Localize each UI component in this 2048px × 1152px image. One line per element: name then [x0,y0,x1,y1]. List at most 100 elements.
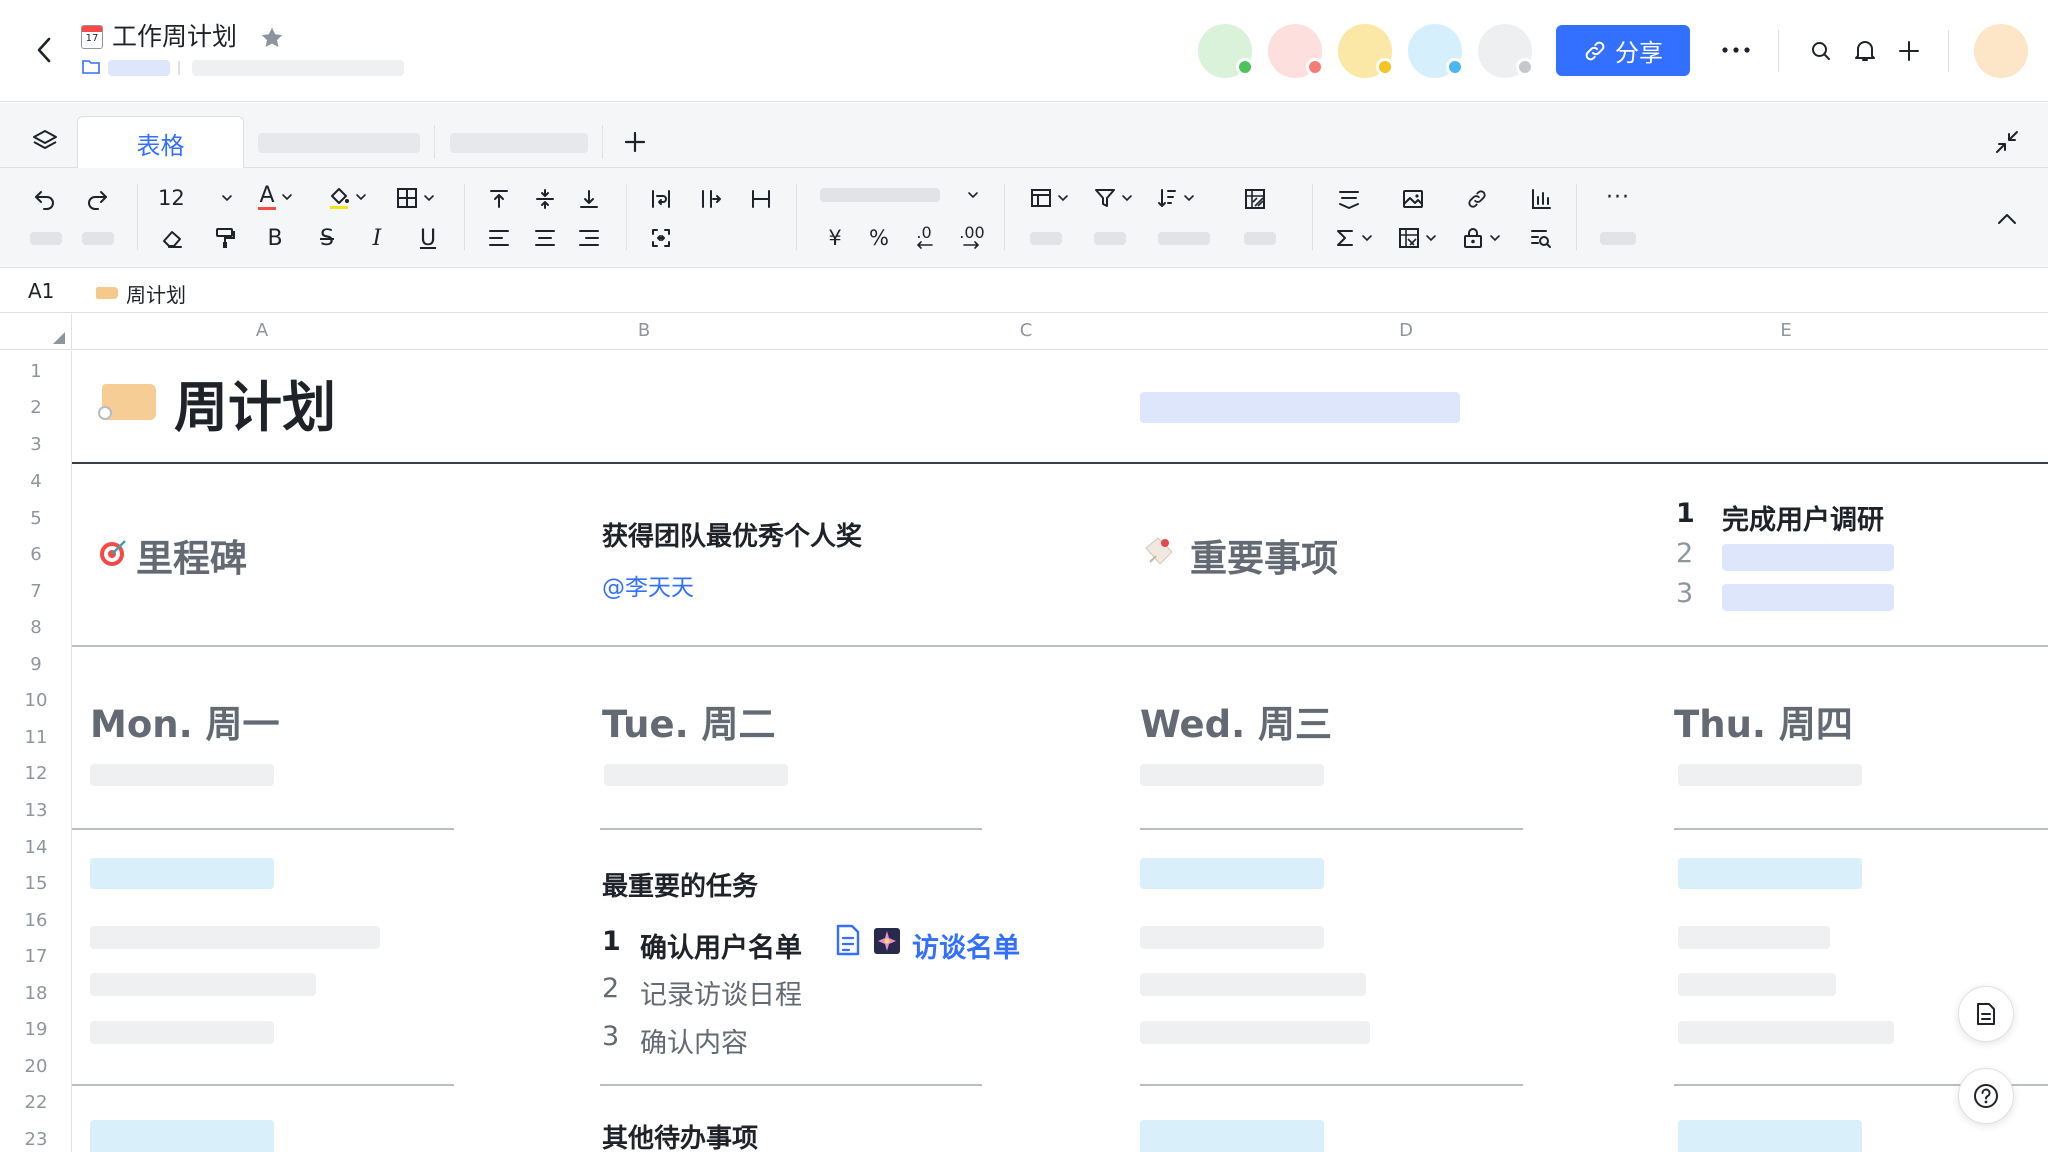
undo-icon[interactable] [30,184,60,214]
increase-decimal-button[interactable]: .00 [950,221,994,255]
task-placeholder[interactable] [1678,1021,1894,1044]
important-label[interactable]: 重要事项 [1190,528,1338,582]
column-header-e[interactable]: E [1596,320,1976,341]
number-format-select[interactable] [820,188,940,202]
chevron-down-icon[interactable] [966,188,980,202]
collapse-fullscreen-icon[interactable] [1990,125,2024,159]
task-tag-placeholder[interactable] [1140,1120,1324,1152]
add-sheet-icon[interactable] [618,125,652,159]
cell-reference[interactable]: A1 [28,279,54,303]
row-header[interactable]: 6 [0,544,72,565]
row-header[interactable]: 9 [0,654,72,675]
milestone-label[interactable]: 里程碑 [136,528,247,582]
row-header[interactable]: 4 [0,471,72,492]
document-outline-button[interactable] [1958,986,2014,1042]
row-header[interactable]: 17 [0,946,72,967]
more-options-icon[interactable] [1718,32,1754,68]
row-header[interactable]: 7 [0,581,72,602]
column-header-a[interactable]: A [72,320,452,341]
select-all-corner[interactable] [0,314,72,350]
task-tag-placeholder[interactable] [90,858,274,889]
task-placeholder[interactable] [1140,926,1324,949]
align-right-icon[interactable] [574,223,604,253]
top-task-text[interactable]: 确认用户名单 [640,926,802,965]
tab-sheet-placeholder[interactable] [258,133,420,153]
column-header-b[interactable]: B [452,320,836,341]
align-center-icon[interactable] [530,223,560,253]
day-subtitle-placeholder[interactable] [90,764,274,786]
insert-image-icon[interactable] [1398,184,1428,214]
day-header-mon[interactable]: Mon. 周一 [90,694,280,748]
row-header[interactable]: 22 [0,1092,72,1113]
find-icon[interactable] [1526,223,1556,253]
row-header[interactable]: 18 [0,983,72,1004]
share-button[interactable]: 分享 [1556,25,1690,76]
freeze-button[interactable] [1030,182,1076,214]
top-task-text[interactable]: 确认内容 [640,1021,748,1060]
row-header[interactable]: 14 [0,837,72,858]
collaborator-avatar[interactable] [1338,24,1394,78]
help-button[interactable] [1958,1068,2014,1124]
clear-format-icon[interactable] [158,223,188,253]
task-tag-placeholder[interactable] [1678,1120,1862,1152]
task-tag-placeholder[interactable] [90,1120,274,1152]
important-item-placeholder[interactable] [1722,584,1894,611]
bold-button[interactable]: B [260,223,290,253]
task-placeholder[interactable] [1140,1021,1370,1044]
text-clip-icon[interactable] [746,184,776,214]
redo-icon[interactable] [82,184,112,214]
row-header[interactable]: 8 [0,617,72,638]
plus-icon[interactable] [1894,36,1924,66]
column-header-c[interactable]: C [836,320,1216,341]
tab-sheet-active[interactable]: 表格 [77,116,244,169]
currency-button[interactable]: ¥ [820,223,850,253]
task-placeholder[interactable] [1140,973,1366,996]
row-header[interactable]: 12 [0,763,72,784]
day-header-wed[interactable]: Wed. 周三 [1140,694,1332,748]
folder-icon[interactable] [82,58,100,74]
task-tag-placeholder[interactable] [1140,858,1324,889]
day-header-thu[interactable]: Thu. 周四 [1674,694,1853,748]
row-header[interactable]: 10 [0,690,72,711]
borders-button[interactable] [396,182,442,214]
align-middle-icon[interactable] [530,184,560,214]
row-header[interactable]: 3 [0,434,72,455]
align-left-icon[interactable] [484,223,514,253]
day-header-tue[interactable]: Tue. 周二 [602,694,776,748]
collapse-toolbar-icon[interactable] [1990,204,2024,234]
row-header[interactable]: 19 [0,1019,72,1040]
filter-button[interactable] [1094,182,1140,214]
italic-button[interactable]: I [362,223,392,253]
strikethrough-button[interactable]: S [312,223,342,253]
text-wrap-icon[interactable] [646,184,676,214]
task-tag-placeholder[interactable] [1678,858,1862,889]
task-placeholder[interactable] [90,926,380,949]
collaborator-avatar[interactable] [1268,24,1324,78]
milestone-goal[interactable]: 获得团队最优秀个人奖 [602,516,862,553]
breadcrumb-placeholder[interactable] [108,60,170,76]
pivot-button[interactable] [1398,223,1444,253]
star-icon[interactable] [258,24,286,52]
protect-button[interactable] [1462,223,1508,253]
align-bottom-icon[interactable] [574,184,604,214]
row-header[interactable]: 13 [0,800,72,821]
insert-link-icon[interactable] [1462,184,1492,214]
tab-sheet-placeholder[interactable] [450,133,588,153]
row-header[interactable]: 11 [0,727,72,748]
insert-chart-icon[interactable] [1526,184,1556,214]
important-item-text[interactable]: 完成用户调研 [1722,498,1884,537]
sheet-title[interactable]: 周计划 [174,374,336,442]
function-button[interactable] [1334,223,1380,253]
task-placeholder[interactable] [1678,973,1836,996]
row-header[interactable]: 20 [0,1056,72,1077]
more-tools-button[interactable]: ··· [1598,182,1638,212]
formula-content[interactable]: 周计划 [126,279,186,308]
collaborator-avatar[interactable] [1478,24,1534,78]
merge-cells-icon[interactable] [646,223,676,253]
underline-button[interactable]: U [413,223,443,253]
column-header-d[interactable]: D [1216,320,1596,341]
task-placeholder[interactable] [1678,926,1830,949]
title-side-placeholder[interactable] [1140,392,1460,423]
fill-color-button[interactable] [328,180,374,214]
row-header[interactable]: 16 [0,910,72,931]
